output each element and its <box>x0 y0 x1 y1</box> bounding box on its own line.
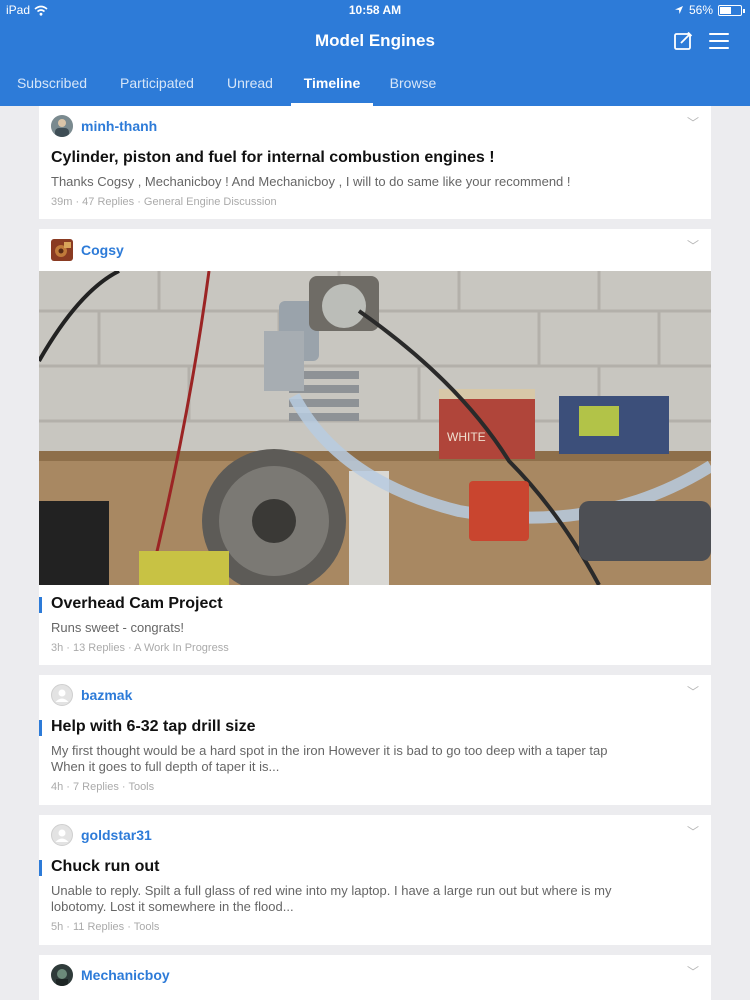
battery-icon <box>718 4 745 16</box>
avatar[interactable] <box>51 964 73 986</box>
username[interactable]: bazmak <box>81 687 132 703</box>
username[interactable]: goldstar31 <box>81 827 152 843</box>
topic-excerpt: My first thought would be a hard spot in… <box>51 743 608 774</box>
topic-excerpt: Unable to reply. Spilt a full glass of r… <box>51 883 612 914</box>
chevron-down-icon[interactable]: ﹀ <box>687 114 699 131</box>
topic-meta: 4h · 7 Replies · Tools <box>51 781 155 793</box>
page-title: Model Engines <box>315 31 435 50</box>
avatar[interactable] <box>51 684 73 706</box>
topic-excerpt: Runs sweet - congrats! <box>51 620 184 635</box>
tab-timeline[interactable]: Timeline <box>291 64 373 106</box>
menu-icon[interactable] <box>709 33 729 49</box>
topic-meta: 5h · 11 Replies · Tools <box>51 921 160 933</box>
topic-title[interactable]: Overhead Cam Project <box>39 595 223 613</box>
username[interactable]: Mechanicboy <box>81 967 170 983</box>
topic-title[interactable]: Cylinder, piston and fuel for internal c… <box>51 149 495 167</box>
tab-browse[interactable]: Browse <box>383 64 443 106</box>
chevron-down-icon[interactable]: ﹀ <box>687 683 699 700</box>
topic-card[interactable]: ﹀ goldstar31 Chuck run out Unable to rep… <box>38 815 711 945</box>
username[interactable]: minh-thanh <box>81 118 157 134</box>
tab-bar: Subscribed Participated Unread Timeline … <box>0 64 750 106</box>
compose-icon[interactable] <box>673 31 693 51</box>
topic-card[interactable]: ﹀ bazmak Help with 6-32 tap drill size M… <box>39 675 711 805</box>
tab-unread[interactable]: Unread <box>220 64 280 106</box>
topic-title[interactable]: Chuck run out <box>38 858 159 876</box>
avatar[interactable] <box>51 239 73 261</box>
tab-subscribed[interactable]: Subscribed <box>6 64 98 106</box>
top-bar: iPad 10:58 AM 56% Model Engines Subscrib… <box>0 0 750 106</box>
status-time: 10:58 AM <box>348 3 402 17</box>
chevron-down-icon[interactable]: ﹀ <box>687 823 699 840</box>
status-bar: iPad 10:58 AM 56% <box>0 0 750 22</box>
battery-percent: 56% <box>688 3 713 17</box>
chevron-down-icon[interactable]: ﹀ <box>687 237 699 254</box>
username[interactable]: Cogsy <box>81 242 124 258</box>
tin-label: WHITE <box>447 430 486 444</box>
post-photo[interactable]: WHITE <box>39 271 711 585</box>
topic-card[interactable]: ﹀ Cogsy WHITE Overhead Cam Project Runs … <box>39 229 711 665</box>
topic-card[interactable]: ﹀ Mechanicboy <box>39 955 711 1000</box>
topic-card[interactable]: ﹀ minh-thanh Cylinder, piston and fuel f… <box>39 106 711 219</box>
chevron-down-icon[interactable]: ﹀ <box>687 963 699 980</box>
topic-meta: 39m · 47 Replies · General Engine Discus… <box>51 196 277 208</box>
topic-excerpt: Thanks Cogsy , Mechanicboy ! And Mechani… <box>51 174 571 189</box>
tab-participated[interactable]: Participated <box>112 64 202 106</box>
avatar[interactable] <box>51 824 73 846</box>
topic-meta: 3h · 13 Replies · A Work In Progress <box>51 642 229 654</box>
avatar[interactable] <box>51 115 73 137</box>
location-arrow-icon <box>674 6 683 14</box>
topic-title[interactable]: Help with 6-32 tap drill size <box>39 718 256 736</box>
